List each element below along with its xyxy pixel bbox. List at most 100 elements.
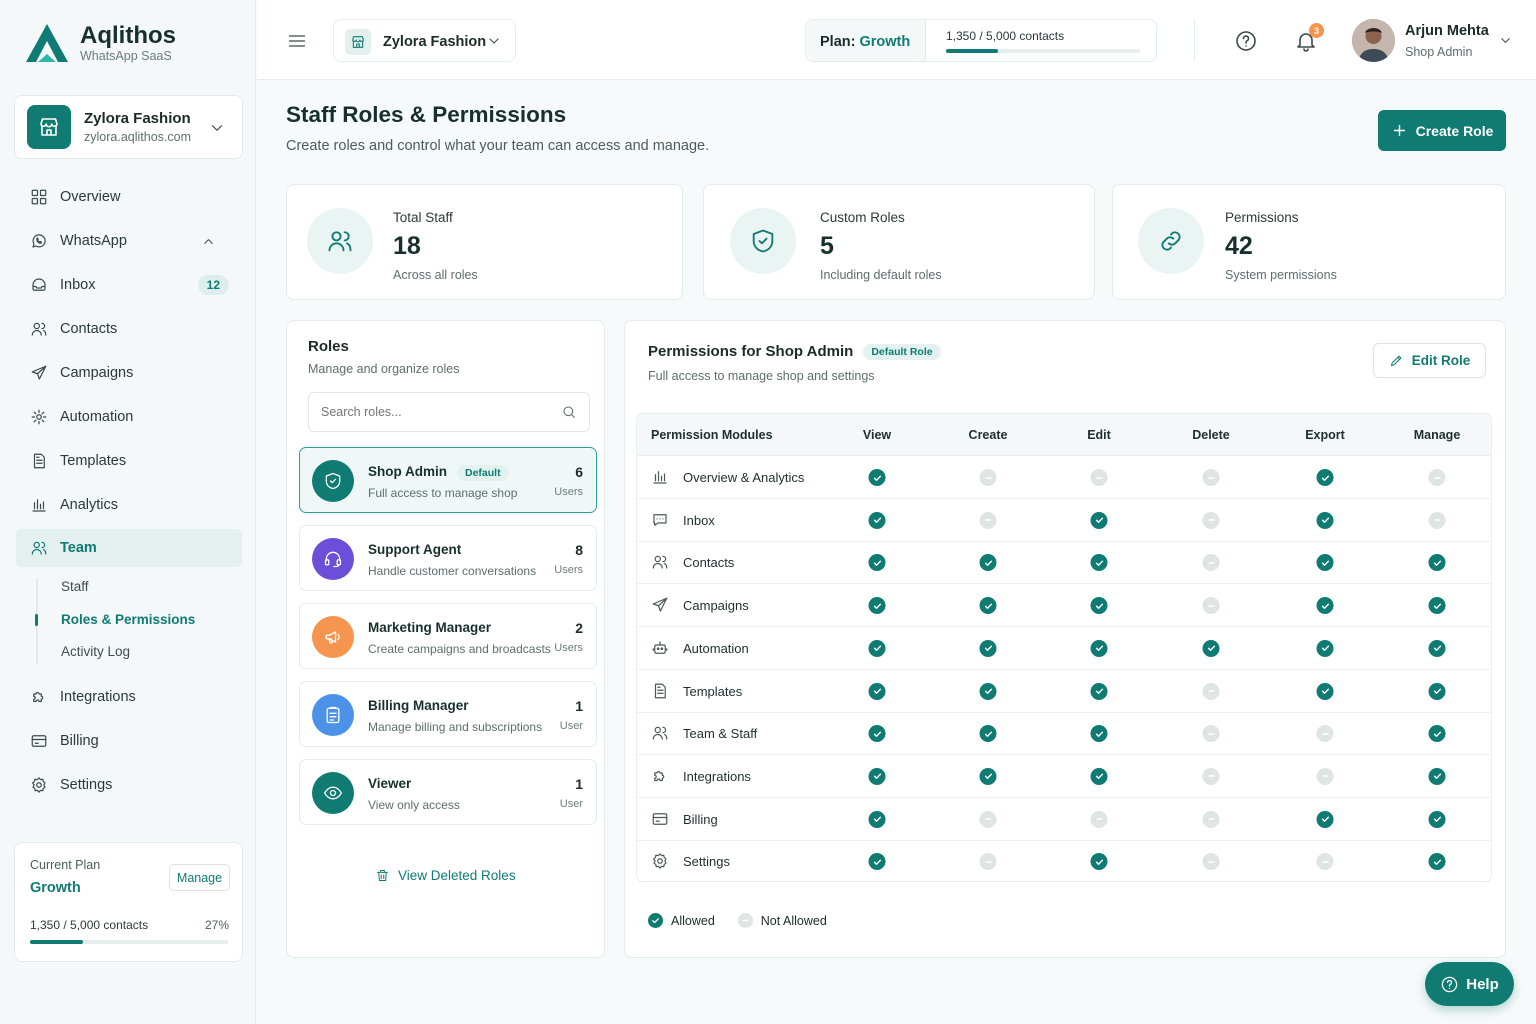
allowed-check-icon[interactable] (1090, 639, 1108, 657)
link-icon (1138, 208, 1204, 274)
brand-logo[interactable]: Aqlithos WhatsApp SaaS (24, 22, 176, 64)
allowed-check-icon[interactable] (868, 767, 886, 785)
search-icon[interactable] (561, 404, 577, 420)
allowed-check-icon[interactable] (1090, 597, 1108, 615)
allowed-check-icon[interactable] (868, 469, 886, 486)
not-allowed-icon[interactable] (1316, 853, 1334, 871)
not-allowed-icon[interactable] (1202, 682, 1220, 700)
allowed-check-icon[interactable] (1428, 853, 1446, 871)
allowed-check-icon[interactable] (979, 639, 997, 657)
role-item[interactable]: Billing Manager Manage billing and subscr… (299, 681, 597, 747)
search-roles-input[interactable] (310, 394, 550, 430)
allowed-check-icon[interactable] (1428, 810, 1446, 828)
create-role-button[interactable]: Create Role (1378, 110, 1506, 151)
roles-panel-title: Roles (308, 338, 349, 355)
sidebar-subitem-activity-log[interactable]: Activity Log (61, 644, 130, 659)
not-allowed-icon[interactable] (1202, 469, 1220, 486)
allowed-check-icon[interactable] (1428, 639, 1446, 657)
allowed-check-icon[interactable] (868, 511, 886, 529)
allowed-check-icon[interactable] (1316, 597, 1334, 615)
sidebar-item-automation[interactable]: Automation (16, 398, 242, 436)
allowed-check-icon[interactable] (868, 639, 886, 657)
sidebar-item-billing[interactable]: Billing (16, 722, 242, 760)
not-allowed-icon[interactable] (1202, 597, 1220, 615)
sidebar-item-integrations[interactable]: Integrations (16, 678, 242, 716)
shop-switcher[interactable]: Zylora Fashion zylora.aqlithos.com (14, 95, 243, 159)
sidebar-item-inbox[interactable]: Inbox 12 (16, 266, 242, 304)
role-item[interactable]: Shop Admin Default Full access to manage s… (299, 447, 597, 513)
help-circle-icon[interactable] (1234, 29, 1258, 53)
allowed-check-icon[interactable] (979, 767, 997, 785)
allowed-check-icon[interactable] (868, 682, 886, 700)
allowed-check-icon[interactable] (1428, 767, 1446, 785)
allowed-check-icon[interactable] (868, 597, 886, 615)
role-item[interactable]: Support Agent Handle customer conversatio… (299, 525, 597, 591)
sidebar-item-contacts[interactable]: Contacts (16, 310, 242, 348)
not-allowed-icon[interactable] (1202, 554, 1220, 572)
chevron-down-icon[interactable] (1498, 33, 1513, 48)
edit-role-button[interactable]: Edit Role (1373, 343, 1486, 378)
allowed-check-icon[interactable] (868, 853, 886, 871)
allowed-check-icon[interactable] (1090, 682, 1108, 700)
allowed-check-icon[interactable] (979, 554, 997, 572)
not-allowed-icon[interactable] (1202, 767, 1220, 785)
allowed-check-icon[interactable] (1428, 597, 1446, 615)
plan-usage-pill[interactable]: Plan: Growth 1,350 / 5,000 contacts (805, 19, 1157, 62)
not-allowed-icon[interactable] (1428, 469, 1446, 486)
allowed-check-icon[interactable] (1316, 469, 1334, 486)
not-allowed-icon[interactable] (1202, 725, 1220, 743)
allowed-check-icon[interactable] (1428, 725, 1446, 743)
not-allowed-icon[interactable] (1090, 810, 1108, 828)
not-allowed-icon[interactable] (979, 511, 997, 529)
not-allowed-icon[interactable] (1316, 767, 1334, 785)
not-allowed-icon[interactable] (979, 810, 997, 828)
not-allowed-icon[interactable] (1428, 511, 1446, 529)
allowed-check-icon[interactable] (1316, 554, 1334, 572)
sidebar-item-team[interactable]: Team (16, 529, 242, 567)
manage-plan-button[interactable]: Manage (169, 864, 230, 891)
not-allowed-icon[interactable] (1090, 469, 1108, 486)
role-item[interactable]: Marketing Manager Create campaigns and br… (299, 603, 597, 669)
allowed-check-icon[interactable] (1090, 554, 1108, 572)
sidebar-item-templates[interactable]: Templates (16, 442, 242, 480)
sidebar-item-settings[interactable]: Settings (16, 766, 242, 804)
allowed-check-icon[interactable] (1316, 639, 1334, 657)
sidebar-item-overview[interactable]: Overview (16, 178, 242, 216)
role-user-count: 8 (575, 542, 583, 558)
allowed-check-icon[interactable] (1202, 639, 1220, 657)
allowed-check-icon[interactable] (1428, 554, 1446, 572)
not-allowed-icon[interactable] (1316, 725, 1334, 743)
avatar[interactable] (1352, 19, 1395, 62)
sidebar-subitem-roles-permissions[interactable]: Roles & Permissions (61, 612, 195, 627)
not-allowed-icon[interactable] (979, 469, 997, 486)
allowed-check-icon[interactable] (1090, 511, 1108, 529)
not-allowed-icon[interactable] (1202, 853, 1220, 871)
allowed-check-icon[interactable] (1316, 810, 1334, 828)
users-icon (307, 208, 373, 274)
allowed-check-icon[interactable] (868, 554, 886, 572)
view-deleted-roles-link[interactable]: View Deleted Roles (375, 868, 516, 883)
help-button[interactable]: Help (1425, 962, 1514, 1006)
not-allowed-icon[interactable] (1202, 810, 1220, 828)
allowed-check-icon[interactable] (1090, 767, 1108, 785)
not-allowed-icon[interactable] (1202, 511, 1220, 529)
allowed-check-icon[interactable] (979, 682, 997, 700)
sidebar-item-campaigns[interactable]: Campaigns (16, 354, 242, 392)
sidebar-item-whatsapp[interactable]: WhatsApp (16, 222, 242, 260)
allowed-check-icon[interactable] (1316, 682, 1334, 700)
allowed-check-icon[interactable] (1316, 511, 1334, 529)
sidebar-item-analytics[interactable]: Analytics (16, 486, 242, 524)
shop-selector[interactable]: Zylora Fashion (333, 19, 516, 62)
role-item[interactable]: Viewer View only access 1 User (299, 759, 597, 825)
allowed-check-icon[interactable] (1428, 682, 1446, 700)
allowed-check-icon[interactable] (979, 597, 997, 615)
allowed-check-icon[interactable] (1090, 853, 1108, 871)
not-allowed-icon[interactable] (979, 853, 997, 871)
allowed-check-icon[interactable] (1090, 725, 1108, 743)
sidebar-subitem-staff[interactable]: Staff (61, 579, 89, 594)
store-icon (27, 105, 71, 149)
allowed-check-icon[interactable] (979, 725, 997, 743)
allowed-check-icon[interactable] (868, 810, 886, 828)
hamburger-menu-icon[interactable] (287, 31, 307, 51)
allowed-check-icon[interactable] (868, 725, 886, 743)
